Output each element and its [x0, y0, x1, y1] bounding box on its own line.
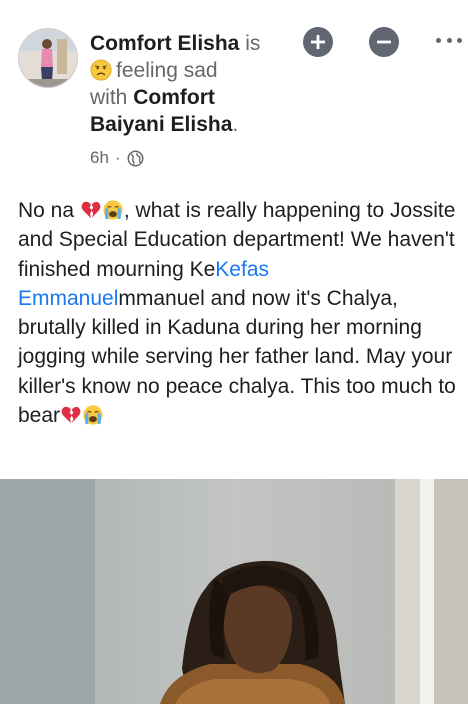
post-headline: Comfort Elisha is feeling sad with Comfo… [90, 30, 290, 138]
crying-face-emoji [103, 200, 123, 220]
with-connector: with [90, 86, 128, 109]
meta-separator: · [114, 148, 121, 167]
is-connector: is [245, 32, 261, 55]
more-horizontal-icon [436, 37, 441, 43]
sad-face-emoji [90, 59, 112, 81]
broken-heart-emoji [81, 201, 101, 219]
post-header: Comfort Elisha is feeling sad with Comfo… [0, 0, 468, 180]
post-time[interactable]: 6h [90, 148, 109, 168]
globe-icon [127, 150, 144, 166]
tagged-period: . [232, 113, 239, 136]
post-body: No na , what is really happening to Joss… [18, 196, 458, 430]
author-name[interactable]: Comfort Elisha [90, 32, 239, 55]
author-avatar[interactable] [18, 28, 78, 88]
broken-heart-emoji [61, 406, 81, 424]
remove-button[interactable] [369, 27, 399, 57]
more-options-button[interactable] [436, 32, 462, 48]
add-button[interactable] [303, 27, 333, 57]
feeling-status: feeling sad [116, 59, 218, 82]
post-text-part-1: No na [18, 199, 80, 222]
plus-circle-icon [311, 35, 325, 49]
minus-circle-icon [377, 40, 391, 44]
post-meta: 6h · [90, 148, 144, 168]
post-photo[interactable] [0, 479, 468, 704]
crying-face-emoji [83, 405, 103, 425]
